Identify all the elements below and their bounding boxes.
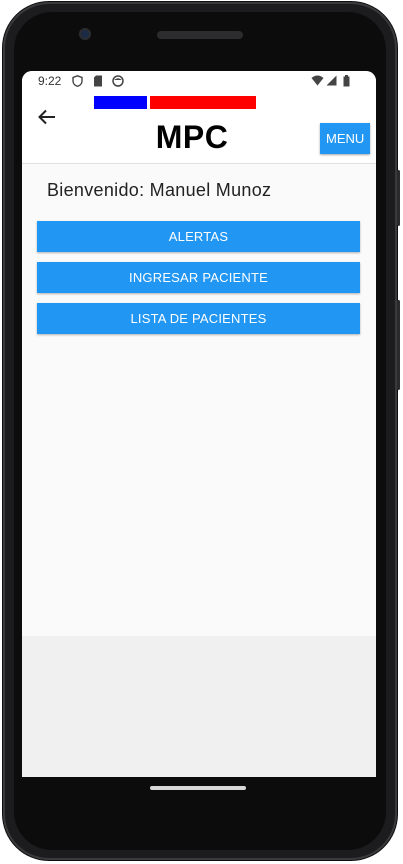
app-title: MPC	[155, 119, 229, 155]
welcome-text: Bienvenido: Manuel Munoz	[47, 180, 272, 200]
app-header: MPC MENU	[22, 91, 376, 164]
main-content: Bienvenido: Manuel Munoz ALERTAS INGRESA…	[22, 164, 376, 636]
face-icon	[112, 75, 124, 90]
power-button	[397, 170, 400, 226]
status-bar: 9:22	[22, 71, 376, 91]
signal-icon	[326, 75, 337, 89]
home-indicator[interactable]	[150, 786, 246, 790]
alerts-button[interactable]: ALERTAS	[37, 221, 360, 252]
patient-list-button[interactable]: LISTA DE PACIENTES	[37, 303, 360, 334]
shield-icon	[72, 75, 83, 90]
menu-button[interactable]: MENU	[320, 123, 370, 154]
screen: 9:22 MPC MENU Bienvenido: Manuel Munoz A…	[22, 71, 376, 777]
bottom-empty-area	[22, 636, 376, 777]
status-time: 9:22	[38, 74, 62, 88]
wifi-icon	[311, 75, 324, 89]
flag-red-stripe	[150, 96, 256, 109]
front-camera	[79, 28, 91, 40]
volume-button	[397, 300, 400, 390]
flag-blue-stripe	[94, 96, 147, 109]
earpiece-speaker	[157, 31, 243, 39]
battery-icon	[343, 75, 350, 90]
add-patient-button[interactable]: INGRESAR PACIENTE	[37, 262, 360, 293]
sd-card-icon	[93, 75, 103, 90]
